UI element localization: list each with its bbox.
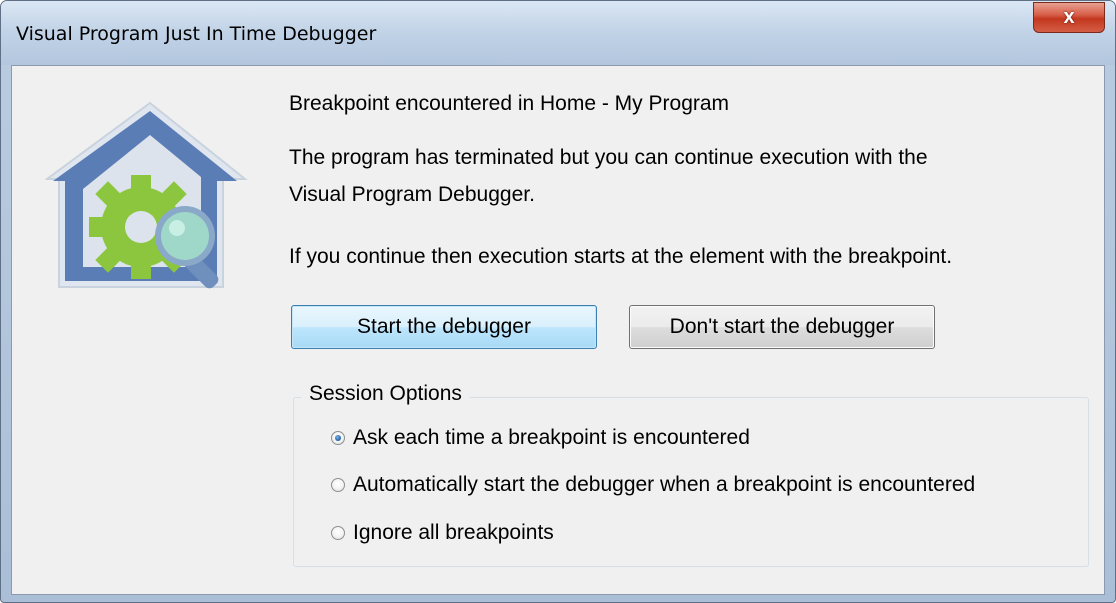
radio-ignore-all[interactable]: Ignore all breakpoints: [331, 521, 554, 545]
debugger-dialog-window: Visual Program Just In Time Debugger x B…: [0, 0, 1116, 603]
radio-button[interactable]: [331, 478, 345, 492]
radio-button[interactable]: [331, 526, 345, 540]
continue-message: If you continue then execution starts at…: [289, 245, 953, 268]
radio-ask-each-time[interactable]: Ask each time a breakpoint is encountere…: [331, 426, 750, 450]
start-debugger-button[interactable]: Start the debugger: [291, 305, 597, 349]
close-button[interactable]: x: [1033, 2, 1105, 33]
title-bar[interactable]: Visual Program Just In Time Debugger x: [1, 1, 1115, 65]
radio-auto-start[interactable]: Automatically start the debugger when a …: [331, 473, 975, 497]
radio-label: Ask each time a breakpoint is encountere…: [353, 426, 750, 449]
debugger-house-gear-magnifier-icon: [45, 101, 248, 289]
radio-label: Automatically start the debugger when a …: [353, 473, 976, 496]
breakpoint-message: Breakpoint encountered in Home - My Prog…: [289, 92, 730, 115]
radio-label: Ignore all breakpoints: [353, 521, 554, 544]
terminated-message-line1: The program has terminated but you can c…: [289, 146, 928, 169]
window-title: Visual Program Just In Time Debugger: [16, 23, 377, 45]
terminated-message-line2: Visual Program Debugger.: [289, 183, 535, 206]
session-options-legend: Session Options: [301, 382, 470, 406]
dont-start-debugger-button[interactable]: Don't start the debugger: [629, 305, 935, 349]
close-icon: x: [1063, 6, 1075, 28]
radio-button-selected[interactable]: [331, 431, 345, 445]
